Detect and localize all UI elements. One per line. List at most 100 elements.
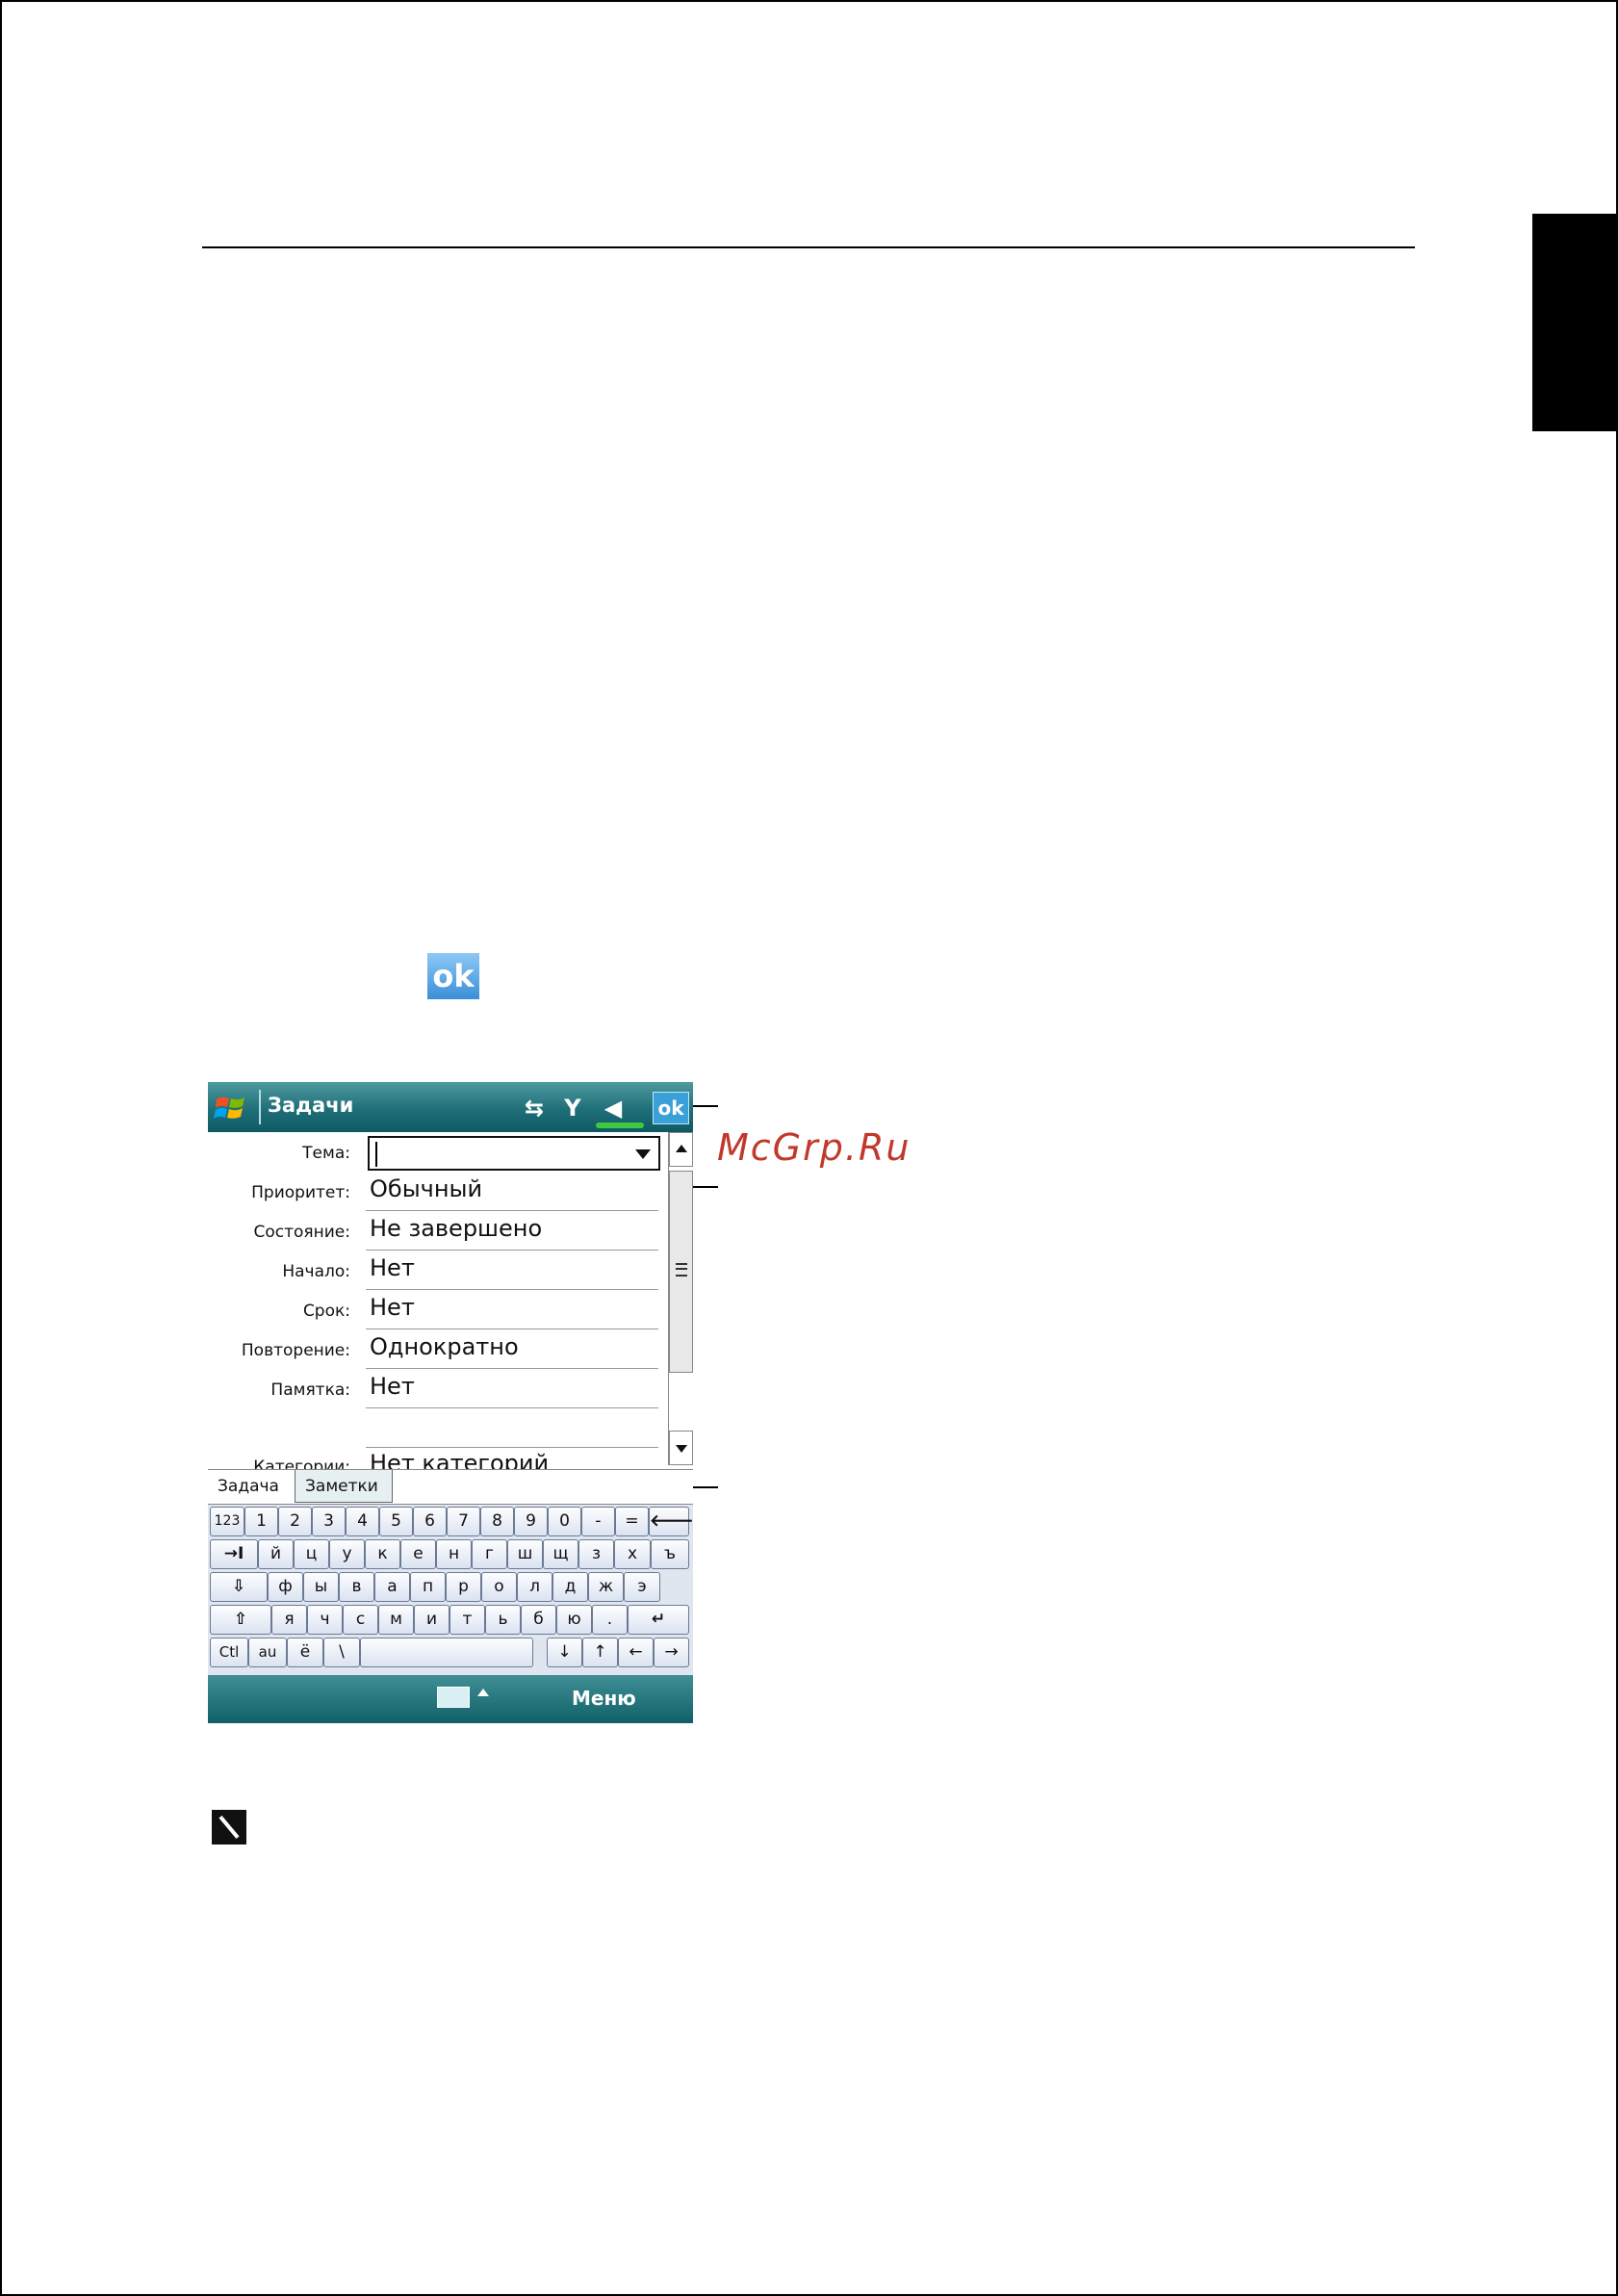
- field-label: Состояние:: [253, 1223, 351, 1242]
- key[interactable]: н: [436, 1539, 472, 1569]
- key[interactable]: р: [446, 1572, 481, 1602]
- backspace-key[interactable]: 🡐: [649, 1507, 693, 1536]
- space-key[interactable]: [360, 1638, 533, 1667]
- key[interactable]: г: [472, 1539, 507, 1569]
- key[interactable]: ь: [485, 1605, 521, 1635]
- windows-start-icon[interactable]: [214, 1092, 246, 1124]
- arrow-right-key[interactable]: →: [654, 1638, 689, 1667]
- field-blank[interactable]: [208, 1408, 666, 1448]
- key[interactable]: 0: [548, 1507, 581, 1536]
- volume-icon[interactable]: ◀: [597, 1092, 629, 1124]
- enter-key[interactable]: ↵: [628, 1605, 689, 1635]
- field-label: Повторение:: [241, 1341, 350, 1360]
- key[interactable]: к: [365, 1539, 400, 1569]
- key[interactable]: у: [329, 1539, 365, 1569]
- scroll-thumb[interactable]: [669, 1171, 693, 1373]
- key[interactable]: 8: [480, 1507, 514, 1536]
- key[interactable]: 6: [413, 1507, 447, 1536]
- accent-key[interactable]: au: [248, 1638, 287, 1667]
- key[interactable]: д: [552, 1572, 588, 1602]
- key[interactable]: ц: [294, 1539, 329, 1569]
- key[interactable]: ж: [588, 1572, 624, 1602]
- field-value[interactable]: Однократно: [370, 1333, 519, 1360]
- scroll-down-button[interactable]: [669, 1431, 693, 1465]
- key[interactable]: -: [581, 1507, 615, 1536]
- key[interactable]: п: [410, 1572, 446, 1602]
- ok-icon: ok: [427, 953, 479, 999]
- ok-button[interactable]: ok: [653, 1092, 689, 1124]
- key[interactable]: с: [343, 1605, 378, 1635]
- key[interactable]: 1: [244, 1507, 278, 1536]
- field-status[interactable]: Состояние: Не завершено: [208, 1211, 666, 1251]
- field-start[interactable]: Начало: Нет: [208, 1251, 666, 1290]
- key[interactable]: б: [521, 1605, 556, 1635]
- key[interactable]: т: [449, 1605, 485, 1635]
- key[interactable]: \: [323, 1638, 360, 1667]
- ctrl-key[interactable]: Ctl: [210, 1638, 248, 1667]
- arrow-down-key[interactable]: ↓: [547, 1638, 582, 1667]
- dropdown-arrow-icon[interactable]: [635, 1149, 651, 1159]
- key[interactable]: щ: [543, 1539, 578, 1569]
- key[interactable]: ъ: [651, 1539, 689, 1569]
- field-reminder[interactable]: Памятка: Нет: [208, 1369, 666, 1408]
- field-tema: Тема:: [208, 1132, 666, 1172]
- scroll-up-button[interactable]: [669, 1132, 693, 1167]
- tab-key[interactable]: →I: [210, 1539, 258, 1569]
- key[interactable]: я: [271, 1605, 307, 1635]
- field-priority[interactable]: Приоритет: Обычный: [208, 1172, 666, 1211]
- key[interactable]: м: [378, 1605, 414, 1635]
- soft-keyboard: 123 1 2 3 4 5 6 7 8 9 0 - = 🡐 →I й ц у к…: [208, 1504, 693, 1676]
- key[interactable]: х: [614, 1539, 651, 1569]
- key[interactable]: л: [517, 1572, 552, 1602]
- form-scrollbar[interactable]: [668, 1132, 693, 1465]
- key-123[interactable]: 123: [210, 1507, 244, 1536]
- key[interactable]: э: [624, 1572, 660, 1602]
- subject-input[interactable]: [368, 1136, 660, 1171]
- softkey-bar: Меню: [208, 1675, 693, 1723]
- key[interactable]: 2: [278, 1507, 312, 1536]
- key[interactable]: й: [258, 1539, 294, 1569]
- signal-off-icon[interactable]: Y: [556, 1092, 589, 1124]
- key[interactable]: ё: [287, 1638, 323, 1667]
- key[interactable]: з: [578, 1539, 614, 1569]
- shift-key[interactable]: ⇧: [210, 1605, 271, 1635]
- key[interactable]: ф: [268, 1572, 303, 1602]
- field-value[interactable]: Не завершено: [370, 1215, 542, 1242]
- key[interactable]: 7: [447, 1507, 480, 1536]
- key[interactable]: о: [481, 1572, 517, 1602]
- key[interactable]: 9: [514, 1507, 548, 1536]
- key[interactable]: 3: [312, 1507, 346, 1536]
- key[interactable]: ы: [303, 1572, 339, 1602]
- key[interactable]: в: [339, 1572, 374, 1602]
- field-label: Тема:: [302, 1144, 350, 1163]
- connectivity-icon[interactable]: ⇆: [518, 1092, 551, 1124]
- input-panel-arrow-icon[interactable]: [477, 1689, 489, 1696]
- arrow-left-key[interactable]: ←: [618, 1638, 654, 1667]
- arrow-up-key[interactable]: ↑: [582, 1638, 618, 1667]
- field-value[interactable]: Нет: [370, 1373, 415, 1400]
- key[interactable]: =: [615, 1507, 649, 1536]
- key[interactable]: и: [414, 1605, 449, 1635]
- menu-softkey[interactable]: Меню: [572, 1687, 636, 1710]
- key[interactable]: .: [592, 1605, 628, 1635]
- field-value[interactable]: Нет: [370, 1254, 415, 1281]
- key[interactable]: 4: [346, 1507, 379, 1536]
- tab-task[interactable]: Задача: [208, 1470, 295, 1503]
- keyboard-icon[interactable]: [437, 1687, 470, 1708]
- field-value[interactable]: Нет: [370, 1294, 415, 1321]
- note-pencil-icon: [212, 1810, 246, 1845]
- key[interactable]: ш: [507, 1539, 543, 1569]
- field-value[interactable]: Обычный: [370, 1175, 482, 1202]
- tab-notes[interactable]: Заметки: [295, 1470, 393, 1503]
- caps-key[interactable]: ⇩: [210, 1572, 268, 1602]
- key[interactable]: а: [374, 1572, 410, 1602]
- field-due[interactable]: Срок: Нет: [208, 1290, 666, 1329]
- task-form: Тема: Приоритет: Обычный Состояние: Не з…: [208, 1132, 666, 1477]
- key[interactable]: 5: [379, 1507, 413, 1536]
- text-caret: [375, 1142, 377, 1167]
- key[interactable]: ч: [307, 1605, 343, 1635]
- field-recurrence[interactable]: Повторение: Однократно: [208, 1329, 666, 1369]
- key[interactable]: ю: [556, 1605, 592, 1635]
- device-screen: Задачи ⇆ Y ◀ ok Тема: Приоритет: Обычный…: [208, 1082, 693, 1723]
- key[interactable]: е: [400, 1539, 436, 1569]
